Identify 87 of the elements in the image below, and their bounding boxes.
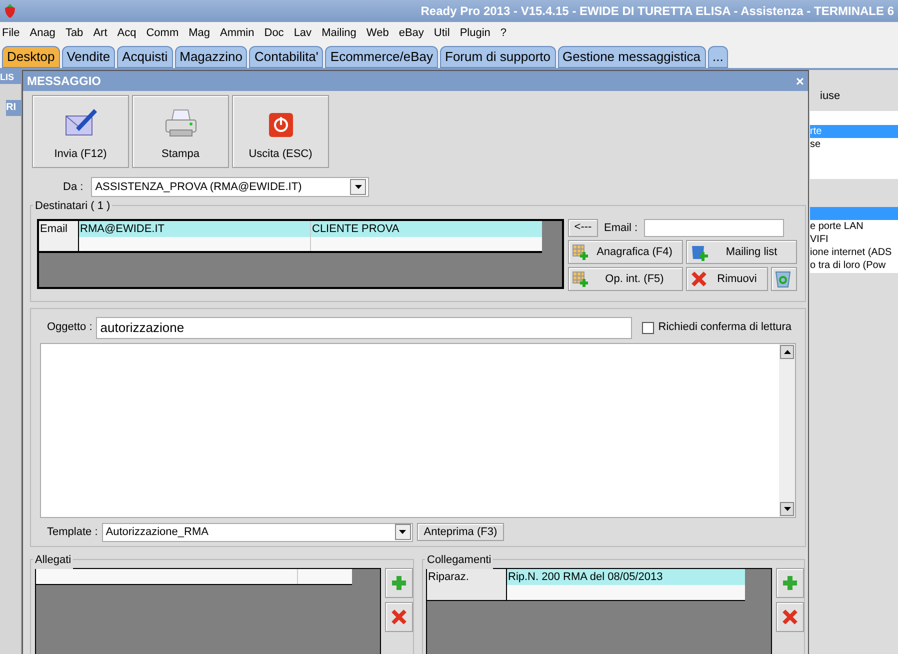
panel-subtitle: RI (6, 100, 22, 116)
plus-icon (782, 575, 798, 591)
preview-button[interactable]: Anteprima (F3) (416, 523, 504, 542)
menu-item[interactable]: Comm (146, 24, 179, 42)
list-item[interactable]: ione internet (ADS (810, 246, 898, 258)
table-cell: RMA@EWIDE.IT (79, 220, 311, 237)
list-item[interactable]: se (810, 138, 898, 150)
template-label: Template : (47, 524, 98, 540)
table-cell: CLIENTE PROVA (311, 220, 542, 237)
add-button[interactable] (385, 568, 413, 598)
tab[interactable]: Ecommerce/eBay (325, 46, 438, 68)
tab[interactable]: Magazzino (174, 46, 248, 68)
list-item[interactable]: o tra di loro (Pow (810, 258, 898, 272)
window-title: Ready Pro 2013 - V15.4.15 - EWIDE DI TURETTA ELISA - Assistenza - TERMINALE 6 (420, 3, 894, 20)
grid-plus-icon (572, 270, 588, 287)
menu-item[interactable]: Doc (264, 24, 284, 42)
menu-item[interactable]: File (2, 24, 20, 42)
table-cell: Riparaz. (427, 569, 507, 585)
scroll-up-icon (784, 350, 790, 354)
cross-icon (391, 609, 407, 625)
subject-label: Oggetto : (47, 320, 92, 336)
menu-item[interactable]: Web (366, 24, 389, 42)
tab[interactable]: Acquisti (117, 46, 173, 68)
read-receipt-label: Richiedi conferma di lettura (658, 320, 792, 336)
from-dropdown[interactable]: ASSISTENZA_PROVA (RMA@EWIDE.IT) (91, 176, 370, 197)
back-button[interactable]: <--- (568, 218, 598, 237)
menu-item[interactable]: ? (500, 24, 507, 42)
action-button[interactable]: Rimuovi (686, 266, 768, 291)
subject-input[interactable]: autorizzazione (96, 316, 632, 339)
action-button[interactable]: Mailing list (686, 240, 797, 264)
tab[interactable]: ... (708, 46, 728, 68)
menu-item[interactable]: Lav (294, 24, 312, 42)
menu-item[interactable]: Acq (117, 24, 136, 42)
group-title: Allegati (33, 552, 74, 568)
menu-item[interactable]: Mailing (322, 24, 356, 42)
toolbar-button[interactable]: Stampa (132, 94, 229, 168)
menu-item[interactable]: Plugin (460, 24, 490, 42)
from-label: Da : (63, 180, 84, 195)
tab[interactable]: Forum di supporto (440, 46, 556, 68)
toolbar-button[interactable]: Uscita (ESC) (232, 94, 329, 168)
remove-button[interactable] (385, 602, 413, 632)
printer-icon (164, 108, 198, 138)
scrollbar[interactable] (779, 344, 795, 517)
toolbar-button[interactable]: Invia (F12) (32, 94, 129, 168)
recycle-bin-button[interactable] (771, 266, 797, 291)
recycle-bin-icon (775, 270, 791, 288)
caret-icon (354, 184, 362, 189)
read-receipt-checkbox[interactable] (642, 322, 654, 334)
menu-item[interactable]: Ammin (220, 24, 254, 42)
menu-item[interactable]: Util (434, 24, 450, 42)
menu-item[interactable]: Tab (65, 24, 84, 42)
action-button[interactable]: Op. int. (F5) (568, 266, 683, 291)
table-cell: Email (39, 220, 79, 237)
cross-icon (782, 609, 798, 625)
email-label: Email : (604, 220, 638, 236)
strawberry-icon (2, 3, 18, 19)
menu-item[interactable]: Art (93, 24, 108, 42)
tab[interactable]: Desktop (2, 46, 60, 68)
power-icon (268, 112, 294, 138)
cross-icon (690, 270, 708, 288)
panel-title: LIS (0, 70, 21, 84)
email-input[interactable] (644, 218, 784, 237)
add-button[interactable] (776, 568, 804, 598)
envelope-pen-icon (64, 106, 98, 138)
group-title: Collegamenti (425, 552, 494, 568)
action-button[interactable]: Anagrafica (F4) (568, 240, 683, 264)
plus-icon (391, 575, 407, 591)
tab[interactable]: Contabilita' (249, 46, 324, 68)
template-dropdown[interactable]: Autorizzazione_RMA (102, 522, 413, 542)
group-label: iuse (820, 89, 842, 104)
dialog-title: MESSAGGIO (27, 72, 102, 90)
table-cell (298, 569, 352, 584)
grid-plus-icon (572, 244, 588, 260)
menu-item[interactable]: Anag (30, 24, 56, 42)
menu-item[interactable]: eBay (398, 24, 424, 42)
table-cell: Rip.N. 200 RMA del 08/05/2013 (507, 569, 745, 585)
scroll-down-icon (784, 506, 790, 511)
list-item[interactable] (810, 206, 898, 220)
menu-item[interactable]: Mag (188, 24, 210, 42)
remove-button[interactable] (776, 602, 804, 632)
tab[interactable]: Gestione messaggistica (558, 46, 706, 68)
dropdown-button[interactable] (394, 524, 411, 540)
dropdown-button[interactable] (350, 178, 366, 195)
tab[interactable]: Vendite (62, 46, 116, 68)
caret-icon (399, 530, 406, 534)
list-item[interactable]: e porte LAN (810, 220, 898, 232)
list-item[interactable]: VIFI (810, 232, 898, 246)
